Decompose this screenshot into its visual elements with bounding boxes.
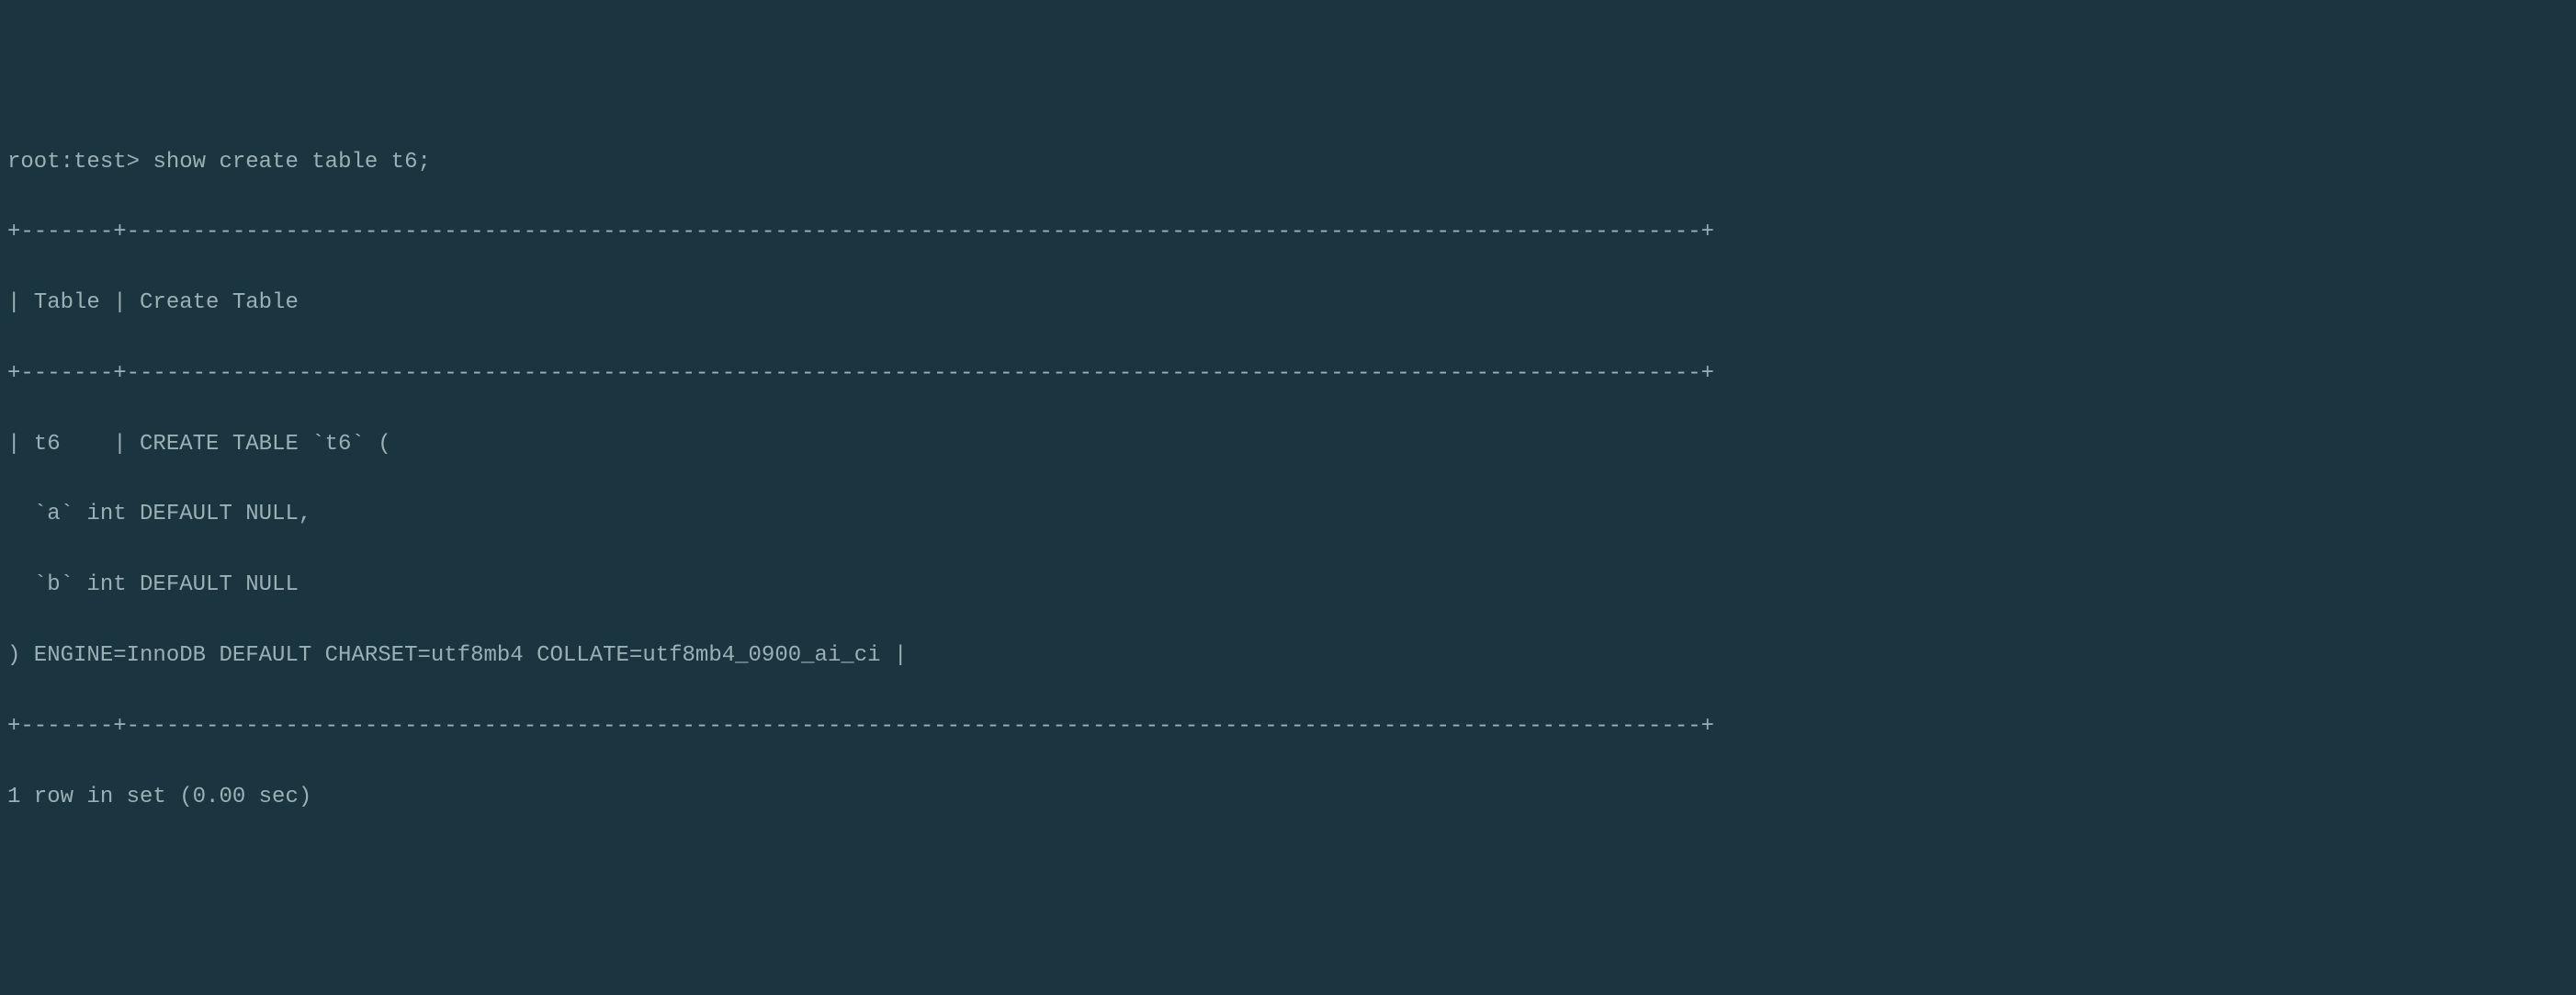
command-line[interactable]: root:test> show create table t6; (7, 145, 2569, 180)
prompt: root:test> (7, 150, 153, 175)
table-data-line-4: ) ENGINE=InnoDB DEFAULT CHARSET=utf8mb4 … (7, 639, 2569, 673)
status-line: 1 row in set (0.00 sec) (7, 780, 2569, 815)
table-border-top: +-------+-------------------------------… (7, 215, 2569, 250)
table-data-line-3: `b` int DEFAULT NULL (7, 568, 2569, 603)
table-border-bottom: +-------+-------------------------------… (7, 709, 2569, 744)
table-data-line-1: | t6 | CREATE TABLE `t6` ( (7, 427, 2569, 462)
table-data-line-2: `a` int DEFAULT NULL, (7, 497, 2569, 532)
table-border-mid: +-------+-------------------------------… (7, 356, 2569, 391)
command: show create table t6; (153, 150, 430, 175)
table-header: | Table | Create Table (7, 286, 2569, 321)
